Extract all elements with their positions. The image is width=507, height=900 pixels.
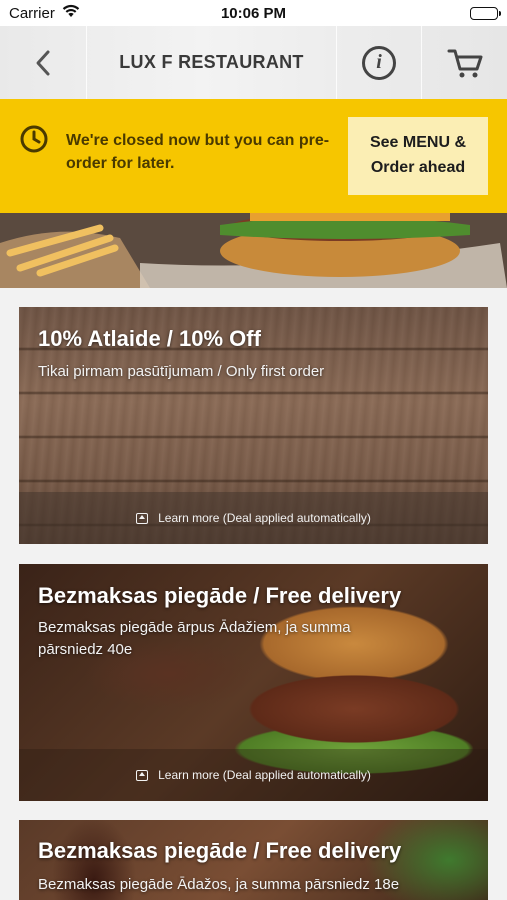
deal-card[interactable]: Bezmaksas piegāde / Free delivery Bezmak…	[19, 564, 488, 801]
clock-time: 10:06 PM	[220, 5, 287, 22]
info-icon: i	[362, 45, 396, 80]
status-bar: Carrier 10:06 PM	[0, 0, 507, 26]
closed-message: We're closed now but you can pre-order f…	[66, 132, 330, 172]
learn-more-footer[interactable]: Learn more (Deal applied automatically)	[19, 492, 488, 544]
deal-card[interactable]: 10% Atlaide / 10% Off Tikai pirmam pasūt…	[19, 307, 488, 544]
expand-icon	[136, 769, 149, 781]
learn-more-label: Learn more (Deal applied automatically)	[158, 511, 371, 525]
learn-more-footer[interactable]: Learn more (Deal applied automatically)	[19, 749, 488, 801]
deal-title: Bezmaksas piegāde / Free delivery	[38, 838, 402, 863]
back-button[interactable]	[0, 26, 87, 99]
deal-card[interactable]: Bezmaksas piegāde / Free delivery Bezmak…	[19, 820, 488, 900]
nav-bar: LUX F RESTAURANT i	[0, 26, 507, 99]
restaurant-title: LUX F RESTAURANT	[87, 26, 337, 99]
learn-more-label: Learn more (Deal applied automatically)	[158, 768, 371, 782]
cart-button[interactable]	[422, 26, 507, 99]
deal-subtitle: Tikai pirmam pasūtījumam / Only first or…	[38, 363, 325, 380]
clock-icon	[20, 125, 48, 153]
closed-banner: We're closed now but you can pre-order f…	[0, 99, 507, 213]
cart-icon	[447, 49, 482, 77]
deal-title: 10% Atlaide / 10% Off	[38, 326, 261, 351]
see-menu-order-button[interactable]: See MENU & Order ahead	[348, 117, 488, 195]
deal-title: Bezmaksas piegāde / Free delivery	[38, 583, 402, 608]
battery-icon	[470, 7, 501, 20]
chevron-left-icon	[36, 50, 50, 75]
info-button[interactable]: i	[337, 26, 422, 99]
deal-subtitle: Bezmaksas piegāde ārpus Ādažiem, ja summ…	[38, 619, 351, 658]
expand-icon	[136, 512, 149, 524]
deal-subtitle: Bezmaksas piegāde Ādažos, ja summa pārsn…	[38, 876, 400, 893]
hero-image	[0, 213, 507, 288]
